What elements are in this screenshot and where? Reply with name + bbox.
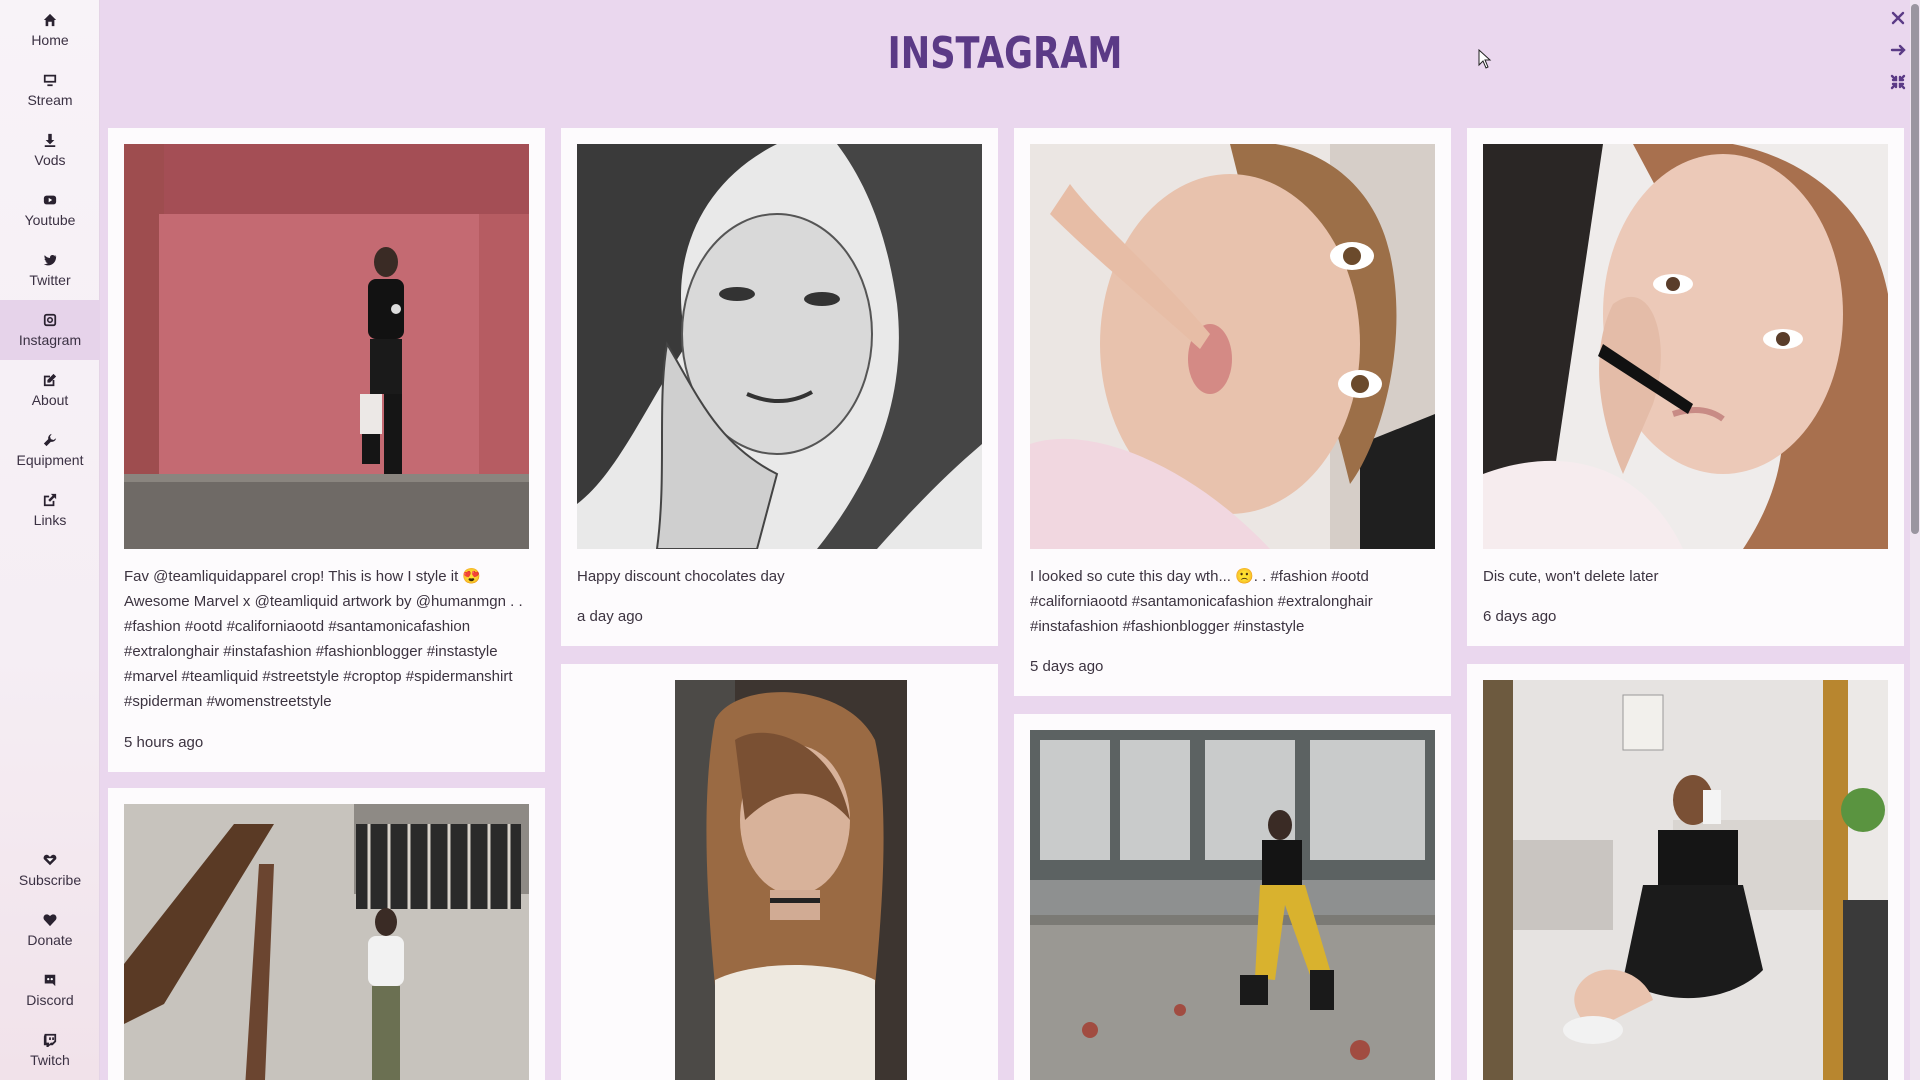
sidebar-item-label: Links [33, 512, 67, 528]
post-photo[interactable] [1030, 730, 1435, 1080]
monitor-icon [42, 72, 58, 88]
sidebar-item-label: Vods [34, 152, 66, 168]
post-photo[interactable] [124, 804, 529, 1080]
sidebar-item-label: Youtube [24, 212, 76, 228]
heart-icon [42, 912, 58, 928]
sidebar-item-subscribe[interactable]: Subscribe [0, 840, 100, 900]
collapse-icon [1890, 74, 1906, 90]
post-photo[interactable] [1030, 144, 1435, 549]
sidebar-item-twitter[interactable]: Twitter [0, 240, 100, 300]
post-caption: Fav @teamliquidapparel crop! This is how… [124, 568, 523, 710]
sidebar-item-instagram[interactable]: Instagram [0, 300, 100, 360]
post-photo[interactable] [1483, 144, 1888, 549]
sidebar-item-youtube[interactable]: Youtube [0, 180, 100, 240]
twitch-icon [42, 1032, 58, 1048]
post-photo[interactable] [1483, 680, 1888, 1080]
sidebar-item-label: Equipment [16, 452, 84, 468]
sidebar-item-donate[interactable]: Donate [0, 900, 100, 960]
close-button[interactable] [1888, 8, 1908, 28]
post-caption: Dis cute, won't delete later [1483, 568, 1659, 585]
twitter-icon [42, 252, 58, 268]
youtube-icon [42, 192, 58, 208]
instagram-icon [42, 312, 58, 328]
instagram-post-card[interactable]: Dis cute, won't delete later 6 days ago [1467, 128, 1904, 646]
sidebar-item-links[interactable]: Links [0, 480, 100, 540]
sidebar-item-about[interactable]: About [0, 360, 100, 420]
collapse-button[interactable] [1888, 72, 1908, 92]
instagram-post-card[interactable] [1467, 664, 1904, 1080]
close-icon [1891, 11, 1905, 25]
sidebar-item-label: Discord [26, 992, 74, 1008]
gem-heart-icon [42, 852, 58, 868]
discord-icon [42, 972, 58, 988]
external-link-icon [42, 492, 58, 508]
post-timestamp: a day ago [577, 608, 643, 625]
post-photo[interactable] [124, 144, 529, 549]
sidebar: Home Stream Vods Youtube Twitter Instagr… [0, 0, 100, 1080]
post-caption: Happy discount chocolates day [577, 568, 785, 585]
scrollbar[interactable] [1910, 0, 1920, 1080]
instagram-post-card[interactable]: Happy discount chocolates day a day ago [561, 128, 998, 646]
sidebar-item-label: Subscribe [18, 872, 82, 888]
instagram-post-card[interactable]: Fav @teamliquidapparel crop! This is how… [108, 128, 545, 772]
sidebar-item-discord[interactable]: Discord [0, 960, 100, 1020]
expand-right-button[interactable] [1888, 40, 1908, 60]
instagram-post-card[interactable] [108, 788, 545, 1080]
post-caption: I looked so cute this day wth... 🙁. . #f… [1030, 568, 1373, 635]
post-photo[interactable] [577, 144, 982, 549]
sidebar-item-label: Donate [27, 932, 73, 948]
sidebar-item-twitch[interactable]: Twitch [0, 1020, 100, 1080]
sidebar-item-home[interactable]: Home [0, 0, 100, 60]
post-photo[interactable] [675, 680, 907, 1080]
post-timestamp: 6 days ago [1483, 608, 1557, 625]
sidebar-item-label: Home [31, 32, 69, 48]
wrench-icon [42, 432, 58, 448]
sidebar-item-label: Stream [27, 92, 73, 108]
instagram-post-card[interactable] [1014, 714, 1451, 1080]
download-icon [42, 132, 58, 148]
sidebar-item-label: Twitch [30, 1052, 70, 1068]
sidebar-item-vods[interactable]: Vods [0, 120, 100, 180]
sidebar-item-label: Instagram [18, 332, 82, 348]
instagram-post-card[interactable] [561, 664, 998, 1080]
mouse-cursor-icon [1478, 49, 1492, 69]
home-icon [42, 12, 58, 28]
edit-icon [42, 372, 58, 388]
arrow-right-icon [1890, 44, 1906, 56]
sidebar-item-equipment[interactable]: Equipment [0, 420, 100, 480]
instagram-post-card[interactable]: I looked so cute this day wth... 🙁. . #f… [1014, 128, 1451, 696]
sidebar-item-label: Twitter [29, 272, 71, 288]
sidebar-item-label: About [31, 392, 69, 408]
post-timestamp: 5 hours ago [124, 734, 204, 751]
scrollbar-thumb[interactable] [1911, 4, 1919, 534]
sidebar-item-stream[interactable]: Stream [0, 60, 100, 120]
page-title: INSTAGRAM [887, 28, 1123, 79]
post-timestamp: 5 days ago [1030, 658, 1104, 675]
